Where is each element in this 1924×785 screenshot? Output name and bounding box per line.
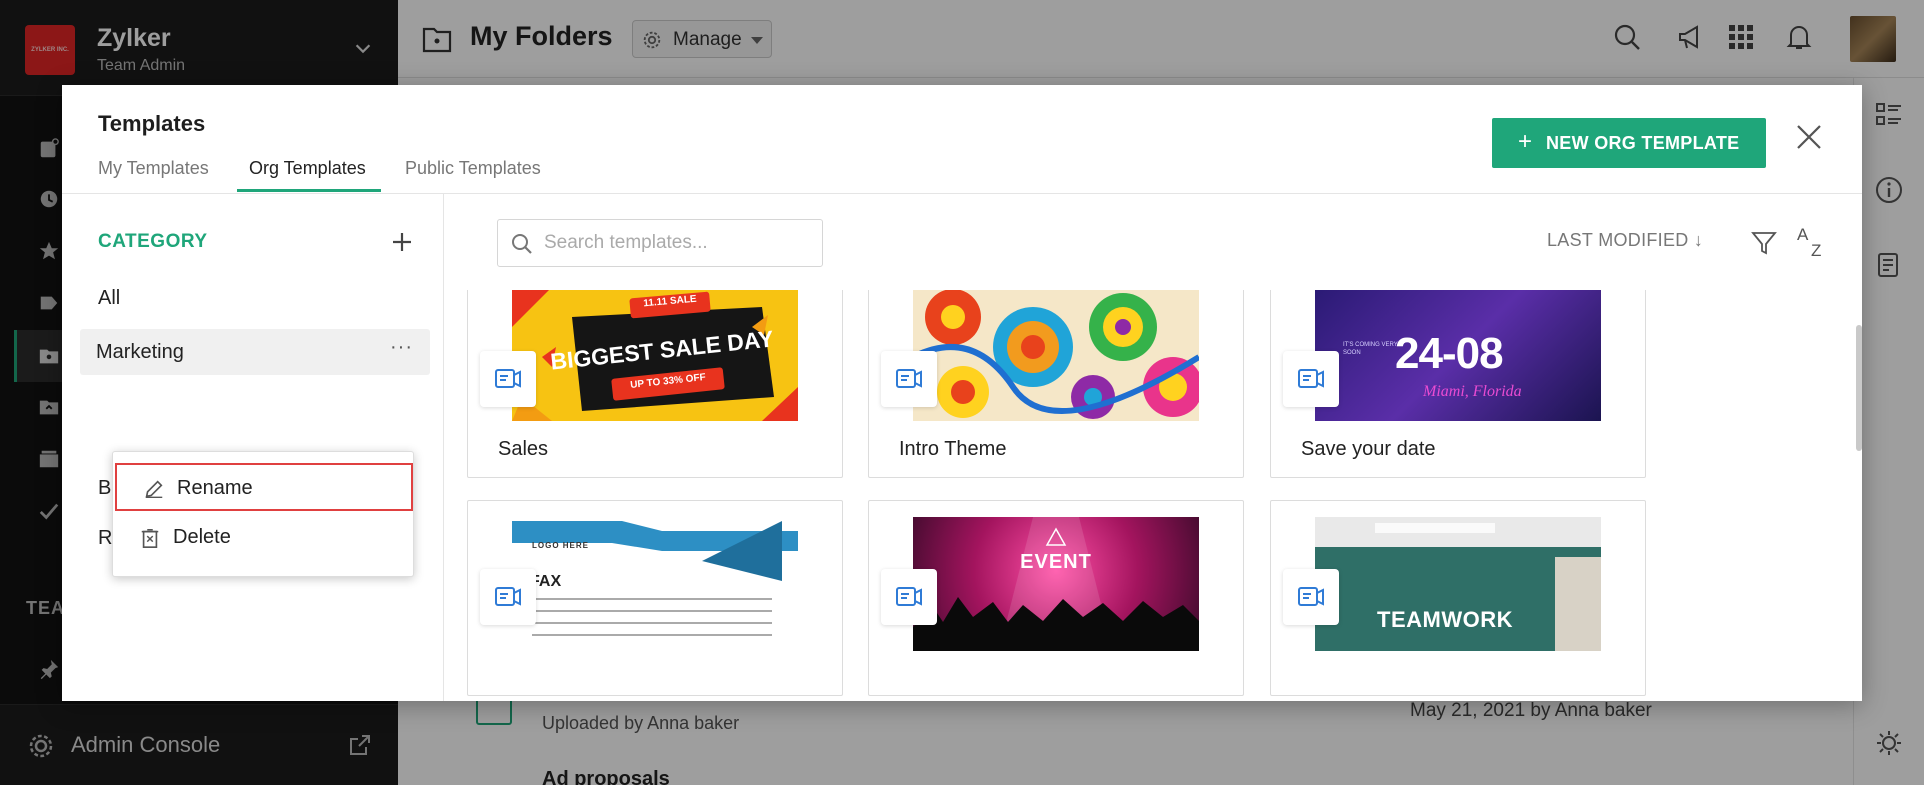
new-org-template-button[interactable]: + NEW ORG TEMPLATE: [1492, 118, 1766, 168]
templates-scrollbar[interactable]: [1856, 325, 1862, 451]
pencil-icon: [145, 480, 163, 498]
thumb-coming-soon: IT'S COMING VERY SOON: [1343, 342, 1398, 356]
template-type-badge: [1283, 569, 1339, 625]
close-icon[interactable]: [1794, 122, 1824, 152]
rename-menu-item[interactable]: Rename: [115, 463, 413, 511]
template-thumbnail: 11.11 SALE BIGGEST SALE DAY UP TO 33% OF…: [512, 290, 798, 421]
template-card-teamwork[interactable]: TEAMWORK: [1270, 500, 1646, 696]
template-card-save-your-date[interactable]: IT'S COMING VERY SOON 24-08 Miami, Flori…: [1270, 290, 1646, 478]
sort-last-modified-button[interactable]: LAST MODIFIED ↓: [1547, 230, 1703, 251]
template-card-fax[interactable]: LOGO HERE FAX: [467, 500, 843, 696]
category-item-marketing[interactable]: Marketing ···: [80, 329, 430, 375]
sort-az-icon[interactable]: AZ: [1797, 224, 1829, 258]
presentation-icon: [495, 369, 521, 388]
category-title: CATEGORY: [98, 231, 208, 252]
thumb-teamwork: TEAMWORK: [1377, 607, 1513, 632]
template-name: Intro Theme: [899, 438, 1007, 460]
presentation-icon: [1298, 587, 1324, 606]
thumb-event: EVENT: [1020, 551, 1092, 573]
plus-icon: +: [1518, 128, 1533, 155]
template-thumbnail: EVENT: [913, 517, 1199, 651]
category-item-label: Marketing: [96, 341, 184, 363]
tab-public-templates[interactable]: Public Templates: [405, 158, 541, 193]
category-pane: CATEGORY All Marketing ··· Bu Re Rename …: [62, 194, 444, 701]
template-name: Save your date: [1301, 438, 1436, 460]
template-search[interactable]: [497, 219, 823, 267]
template-type-badge: [1283, 351, 1339, 407]
template-thumbnail: TEAMWORK: [1315, 517, 1601, 651]
template-type-badge: [480, 569, 536, 625]
template-card-event[interactable]: EVENT: [868, 500, 1244, 696]
svg-text:Z: Z: [1811, 241, 1821, 258]
thumb-date: 24-08: [1395, 329, 1504, 378]
presentation-icon: [896, 587, 922, 606]
trash-icon: [141, 529, 159, 548]
thumb-location: Miami, Florida: [1423, 383, 1522, 400]
presentation-icon: [1298, 369, 1324, 388]
template-card-sales[interactable]: 11.11 SALE BIGGEST SALE DAY UP TO 33% OF…: [467, 290, 843, 478]
filter-icon[interactable]: [1750, 229, 1778, 257]
template-type-badge: [480, 351, 536, 407]
new-org-template-label: NEW ORG TEMPLATE: [1546, 133, 1740, 153]
delete-menu-item[interactable]: Delete: [113, 514, 415, 562]
category-item-all[interactable]: All: [98, 287, 120, 310]
template-thumbnail: LOGO HERE FAX: [512, 521, 798, 655]
active-tab-indicator: [237, 189, 381, 192]
template-grid: 11.11 SALE BIGGEST SALE DAY UP TO 33% OF…: [445, 290, 1835, 701]
search-templates-input[interactable]: [544, 228, 814, 258]
template-type-badge: [881, 351, 937, 407]
templates-modal: Templates My Templates Org Templates Pub…: [62, 85, 1862, 701]
template-card-intro-theme[interactable]: Intro Theme: [868, 290, 1244, 478]
svg-text:A: A: [1797, 225, 1809, 244]
delete-label: Delete: [173, 526, 231, 548]
rename-label: Rename: [177, 477, 253, 499]
tab-my-templates[interactable]: My Templates: [98, 158, 209, 193]
presentation-icon: [896, 369, 922, 388]
template-thumbnail: IT'S COMING VERY SOON 24-08 Miami, Flori…: [1315, 290, 1601, 421]
template-name: Sales: [498, 438, 549, 460]
template-thumbnail: [913, 290, 1199, 421]
category-context-menu: Rename Delete: [112, 451, 414, 577]
search-icon: [512, 234, 532, 254]
add-category-icon[interactable]: [390, 230, 414, 254]
thumb-logo-here: LOGO HERE: [532, 541, 590, 550]
more-options-icon[interactable]: ···: [390, 337, 413, 357]
tab-org-templates[interactable]: Org Templates: [249, 158, 366, 193]
presentation-icon: [495, 587, 521, 606]
template-type-badge: [881, 569, 937, 625]
templates-pane: LAST MODIFIED ↓ AZ 11.11 S: [445, 194, 1862, 701]
modal-title: Templates: [98, 111, 206, 136]
